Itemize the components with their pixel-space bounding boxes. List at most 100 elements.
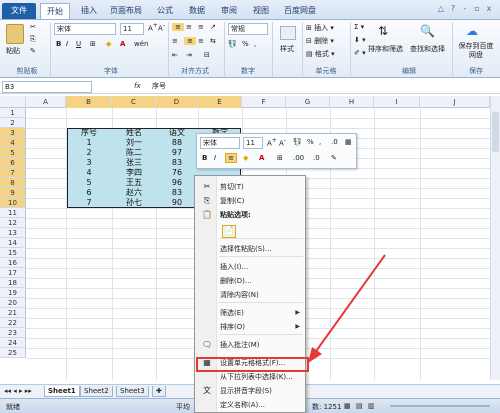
new-sheet-icon[interactable]: ✚ <box>152 386 166 397</box>
table-cell[interactable]: 83 <box>156 158 198 168</box>
row-header[interactable]: 13 <box>0 228 26 238</box>
column-header[interactable]: E <box>198 96 242 108</box>
mini-fill-color-icon[interactable]: ◆ <box>243 154 248 162</box>
mini-format-painter-icon[interactable]: ✎ <box>331 154 337 162</box>
row-header[interactable]: 8 <box>0 178 26 188</box>
context-menu-item[interactable]: 📋 粘贴选项: <box>196 208 305 222</box>
row-header[interactable]: 4 <box>0 138 26 148</box>
mini-table-icon[interactable]: ▦ <box>345 138 352 146</box>
table-header-cell[interactable]: 语文 <box>156 128 198 138</box>
context-menu-item[interactable]: 排序(O) ▶ <box>196 320 305 334</box>
comma-icon[interactable]: , <box>254 40 256 48</box>
formula-input[interactable]: 序号 <box>150 81 490 93</box>
sheet-tab-sheet2[interactable]: Sheet2 <box>80 386 113 397</box>
format-painter-icon[interactable]: ✎ <box>30 47 36 55</box>
view-layout-icon[interactable]: ▤ <box>356 402 363 410</box>
mini-currency-icon[interactable]: 💱 <box>293 138 302 146</box>
column-header[interactable]: H <box>330 96 374 108</box>
bold-icon[interactable]: B <box>56 40 61 48</box>
row-header[interactable]: 14 <box>0 238 26 248</box>
table-cell[interactable]: 张三 <box>112 158 156 168</box>
table-cell[interactable]: 5 <box>66 178 112 188</box>
tab-data[interactable]: 数据 <box>184 3 210 19</box>
tab-view[interactable]: 视图 <box>248 3 274 19</box>
row-header[interactable]: 1 <box>0 108 26 118</box>
context-menu-item[interactable]: 筛选(E) ▶ <box>196 306 305 320</box>
mini-center-icon[interactable]: ≡ <box>225 153 237 163</box>
table-header-cell[interactable]: 姓名 <box>112 128 156 138</box>
increase-indent-icon[interactable]: ⇥ <box>186 51 192 59</box>
close-icon[interactable]: x <box>484 4 494 14</box>
tab-page-layout[interactable]: 页面布局 <box>106 3 146 19</box>
context-menu-item[interactable]: 定义名称(A)... <box>196 398 305 412</box>
italic-icon[interactable]: I <box>66 40 68 48</box>
row-header[interactable]: 15 <box>0 248 26 258</box>
name-box[interactable]: B3 <box>2 81 92 93</box>
select-all-corner[interactable] <box>0 96 26 108</box>
row-header[interactable]: 21 <box>0 308 26 318</box>
row-header[interactable]: 22 <box>0 318 26 328</box>
underline-icon[interactable]: U <box>76 40 81 48</box>
orientation-icon[interactable]: ↗ <box>210 23 216 31</box>
mini-increase-decimal-icon[interactable]: .0 <box>313 154 320 162</box>
column-header[interactable]: C <box>112 96 156 108</box>
delete-cells-button[interactable]: ⊟ 删除 ▾ <box>306 36 334 46</box>
sheet-nav-icons[interactable]: ◂◂ ◂ ▸ ▸▸ <box>4 387 32 395</box>
insert-function-icon[interactable]: fx <box>134 82 141 90</box>
mini-font-color-icon[interactable]: A <box>259 154 264 162</box>
tab-home[interactable]: 开始 <box>40 3 70 19</box>
cut-icon[interactable]: ✂ <box>30 23 36 31</box>
table-cell[interactable]: 96 <box>156 178 198 188</box>
row-header[interactable]: 23 <box>0 328 26 338</box>
align-right-icon[interactable]: ≡ <box>198 37 204 45</box>
border-icon[interactable]: ⊞ <box>90 40 96 48</box>
restore-icon[interactable]: ▫ <box>472 4 482 14</box>
mini-decimal-icon[interactable]: .0 <box>331 138 338 146</box>
mini-grow-font-icon[interactable]: A+ <box>267 138 277 147</box>
paste-button-label[interactable]: 粘贴 <box>6 46 20 56</box>
sort-filter-button[interactable]: 排序和筛选 <box>368 44 403 54</box>
find-select-button[interactable]: 查找和选择 <box>410 44 445 54</box>
row-header[interactable]: 25 <box>0 348 26 358</box>
sheet-tab-sheet3[interactable]: Sheet3 <box>116 386 149 397</box>
context-menu-item[interactable]: ✂ 剪切(T) <box>196 180 305 194</box>
ribbon-minimize-icon[interactable]: △ <box>436 4 446 14</box>
column-header[interactable]: D <box>156 96 198 108</box>
phonetic-icon[interactable]: wén <box>134 40 148 48</box>
autosum-icon[interactable]: Σ ▾ <box>354 23 364 31</box>
tab-formulas[interactable]: 公式 <box>152 3 178 19</box>
table-cell[interactable]: 3 <box>66 158 112 168</box>
row-header[interactable]: 17 <box>0 268 26 278</box>
view-normal-icon[interactable]: ▦ <box>344 402 351 410</box>
row-header[interactable]: 3 <box>0 128 26 138</box>
font-color-icon[interactable]: A <box>120 40 125 48</box>
currency-icon[interactable]: 💱 <box>228 40 237 48</box>
wrap-text-icon[interactable]: ⇆ <box>210 37 216 45</box>
merge-center-icon[interactable]: ⊟ <box>204 51 210 59</box>
vertical-scrollbar[interactable] <box>490 96 500 380</box>
context-menu-item[interactable]: 文 显示拼音字段(S) <box>196 384 305 398</box>
view-pagebreak-icon[interactable]: ▥ <box>368 402 375 410</box>
row-header[interactable]: 9 <box>0 188 26 198</box>
table-cell[interactable]: 1 <box>66 138 112 148</box>
table-cell[interactable]: 88 <box>156 138 198 148</box>
scroll-thumb[interactable] <box>492 112 499 152</box>
context-menu-item[interactable]: 清除内容(N) <box>196 288 305 302</box>
tab-file[interactable]: 文件 <box>2 3 36 19</box>
format-cells-button[interactable]: ▤ 格式 ▾ <box>306 49 335 59</box>
save-to-baidu-button[interactable]: 保存到百度网盘 <box>456 42 496 60</box>
table-cell[interactable]: 90 <box>156 198 198 208</box>
context-menu-item[interactable]: 🗨 插入批注(M) <box>196 338 305 352</box>
percent-icon[interactable]: % <box>242 40 249 48</box>
tab-baidu-netdisk[interactable]: 百度网盘 <box>280 3 320 19</box>
fill-color-icon[interactable]: ◆ <box>106 40 111 48</box>
row-header[interactable]: 10 <box>0 198 26 208</box>
mini-border-icon[interactable]: ⊞ <box>277 154 283 162</box>
paste-icon[interactable] <box>6 24 24 44</box>
baidu-cloud-icon[interactable]: ☁ <box>466 24 478 38</box>
decrease-indent-icon[interactable]: ⇤ <box>172 51 178 59</box>
clear-icon[interactable]: ✐ ▾ <box>354 49 366 57</box>
align-left-icon[interactable]: ≡ <box>172 37 178 45</box>
mini-shrink-font-icon[interactable]: A- <box>279 138 286 147</box>
tab-review[interactable]: 审阅 <box>216 3 242 19</box>
